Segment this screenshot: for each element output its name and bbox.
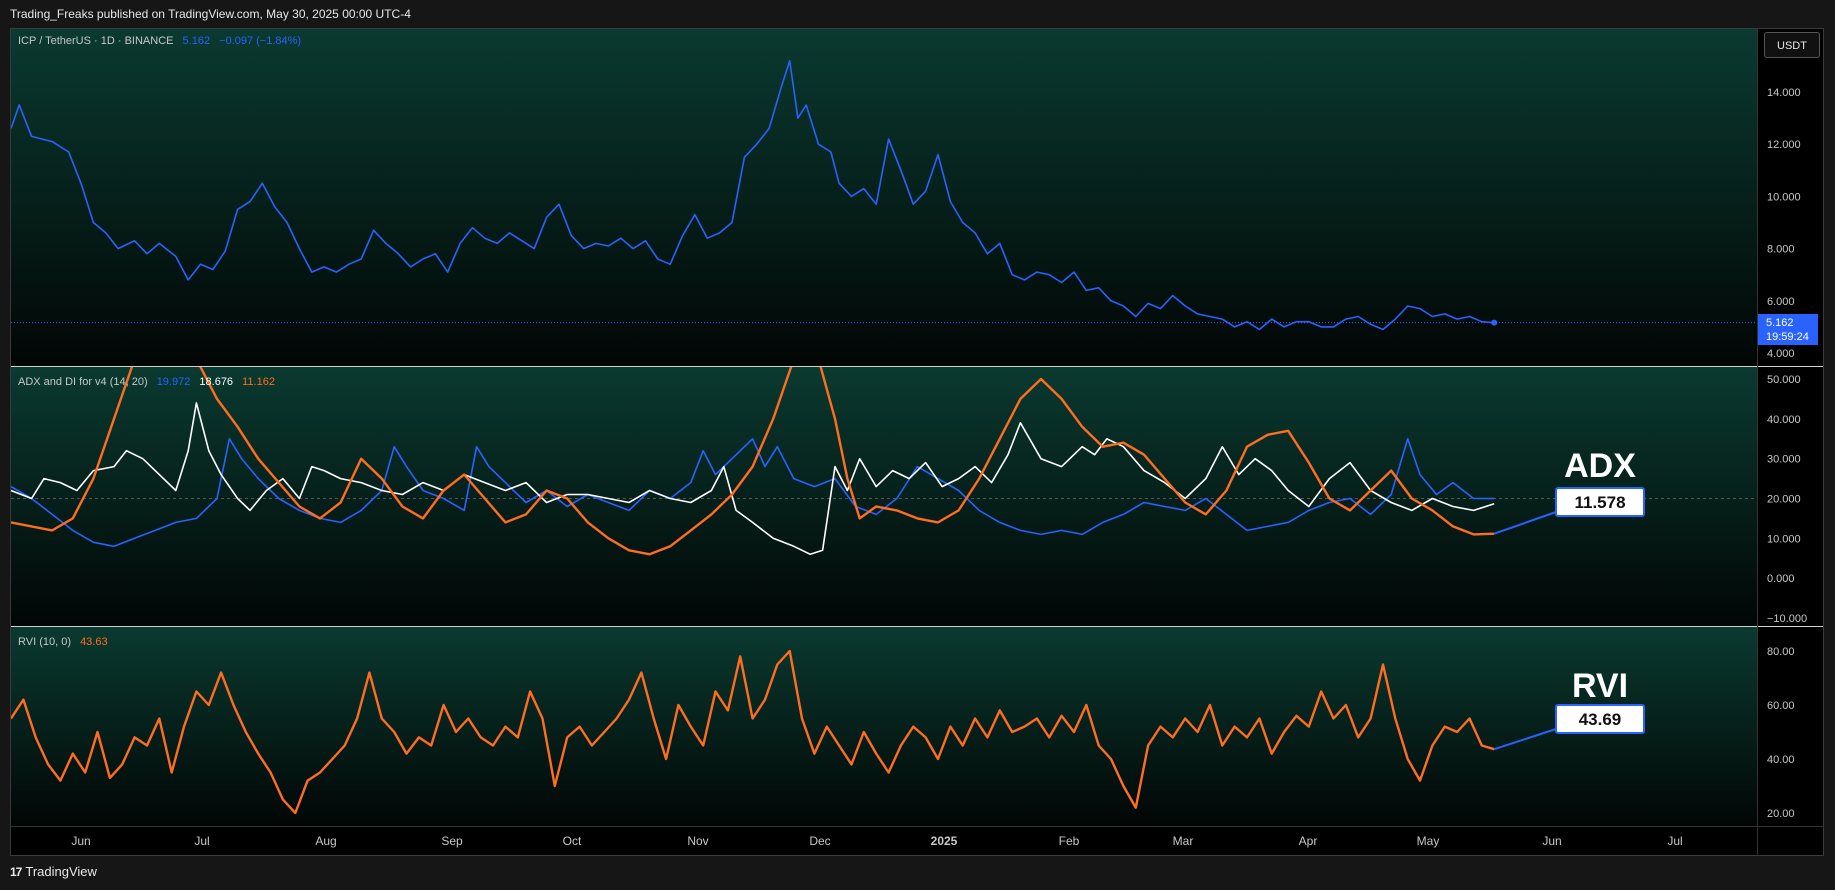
rvi-callout-value: 43.69 <box>1579 710 1622 729</box>
footer-brand: TradingView <box>25 864 97 879</box>
pane-background <box>11 29 1757 366</box>
time-axis-label: Jul <box>1667 834 1682 848</box>
time-axis-label: 2025 <box>931 834 958 848</box>
last-price-label: 5.162 <box>1766 317 1794 329</box>
price-legend-last: 5.162 <box>182 35 211 47</box>
rvi-legend[interactable]: RVI (10, 0) 43.63 <box>18 636 114 648</box>
y-tick-label: 10.000 <box>1767 191 1801 203</box>
footer[interactable]: 17 TradingView <box>10 864 97 879</box>
adx-callout-value: 11.578 <box>1574 493 1625 512</box>
adx-callout-title: ADX <box>1564 447 1636 485</box>
y-tick-label: 20.00 <box>1767 808 1795 820</box>
y-tick-label: 20.000 <box>1767 494 1801 506</box>
time-axis-label: Sep <box>441 834 463 848</box>
rvi-legend-name: RVI (10, 0) <box>18 636 71 648</box>
y-tick-label: 50.000 <box>1767 374 1801 386</box>
price-legend-symbol: ICP / TetherUS · 1D · BINANCE <box>18 35 174 47</box>
currency-button[interactable]: USDT <box>1764 32 1820 58</box>
chart-canvas[interactable]: 14.000 12.000 10.000 8.000 6.000 4.000 50.000 4… <box>0 0 1835 890</box>
adx-legend-adx: 11.162 <box>242 376 275 388</box>
pane-background <box>11 367 1757 626</box>
y-tick-label: 80.00 <box>1767 646 1795 658</box>
time-axis-label: Mar <box>1173 834 1194 848</box>
time-axis-label: Jun <box>71 834 90 848</box>
tradingview-logo-icon: 17 <box>10 864 22 879</box>
last-price-dot <box>1491 319 1498 326</box>
time-axis-label: Feb <box>1059 834 1080 848</box>
y-tick-label: 14.000 <box>1767 87 1801 99</box>
y-tick-label: 40.000 <box>1767 414 1801 426</box>
adx-legend-plus-di: 19.972 <box>156 376 191 388</box>
price-legend[interactable]: ICP / TetherUS · 1D · BINANCE 5.162 −0.0… <box>18 35 307 47</box>
y-tick-label: 30.000 <box>1767 454 1801 466</box>
y-tick-label: 40.00 <box>1767 754 1795 766</box>
y-tick-label: 60.00 <box>1767 700 1795 712</box>
rvi-legend-value: 43.63 <box>80 636 108 648</box>
y-tick-label: 0.000 <box>1767 573 1795 585</box>
adx-legend[interactable]: ADX and DI for v4 (14, 20) 19.972 18.676… <box>18 376 281 388</box>
time-axis-label: Jun <box>1542 834 1561 848</box>
y-tick-label: 10.000 <box>1767 533 1801 545</box>
time-axis-label: May <box>1417 834 1440 848</box>
adx-legend-name: ADX and DI for v4 (14, 20) <box>18 376 148 388</box>
y-tick-label: 6.000 <box>1767 296 1795 308</box>
y-tick-label: −10.000 <box>1767 613 1807 625</box>
last-price-tag: 5.162 19:59:24 <box>1758 314 1818 345</box>
time-axis-label: Aug <box>315 834 336 848</box>
adx-legend-minus-di: 18.676 <box>199 376 234 388</box>
time-axis-label: Oct <box>563 834 582 848</box>
price-legend-change: −0.097 (−1.84%) <box>219 35 302 47</box>
time-axis-label: Nov <box>687 834 708 848</box>
pane-background <box>11 627 1757 826</box>
time-axis-label: Jul <box>194 834 209 848</box>
y-tick-label: 4.000 <box>1767 348 1795 360</box>
time-axis-label: Dec <box>809 834 830 848</box>
rvi-callout-title: RVI <box>1572 667 1628 705</box>
y-tick-label: 8.000 <box>1767 244 1795 256</box>
bar-countdown: 19:59:24 <box>1766 331 1809 343</box>
time-axis-label: Apr <box>1299 834 1318 848</box>
y-tick-label: 12.000 <box>1767 139 1801 151</box>
